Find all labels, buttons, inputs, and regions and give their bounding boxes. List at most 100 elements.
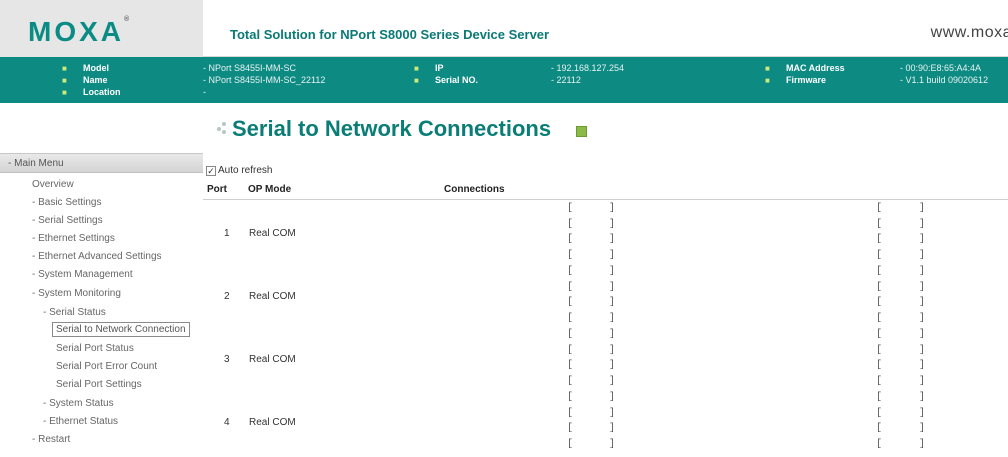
menu-item-serial-status[interactable]: - Serial Status (43, 307, 106, 318)
connection-bracket-open: [ (876, 281, 883, 293)
connection-bracket-open: [ (567, 407, 574, 419)
connection-bracket-open: [ (876, 329, 883, 340)
sidebar: - Main Menu Overview - Basic Settings - … (0, 153, 203, 457)
connection-bracket-close: ] (609, 249, 616, 261)
connection-bracket-open: [ (567, 203, 574, 214)
firmware-label: Firmware (786, 75, 827, 85)
menu-item-serial-settings[interactable]: - Serial Settings (32, 215, 103, 226)
menu-item-restart[interactable]: - Restart (32, 434, 70, 445)
connection-bracket-close: ] (609, 344, 616, 356)
serial-no-value: - 22112 (551, 75, 581, 85)
connection-bracket-open: [ (876, 423, 883, 434)
connection-bracket-close: ] (609, 297, 616, 308)
menu-item-system-management[interactable]: - System Management (32, 269, 133, 280)
connection-bracket-close: ] (919, 407, 926, 419)
connection-bracket-close: ] (919, 375, 926, 387)
bullet-icon: ■ (765, 64, 770, 73)
menu-item-overview[interactable]: Overview (32, 179, 74, 190)
connection-bracket-close: ] (919, 423, 926, 434)
connection-bracket-close: ] (609, 392, 616, 403)
mac-address-value: - 00:90:E8:65:A4:4A (900, 63, 982, 73)
ip-value: - 192.168.127.254 (551, 63, 625, 73)
connection-bracket-open: [ (876, 249, 883, 261)
connection-bracket-open: [ (567, 438, 574, 450)
connection-bracket-open: [ (567, 329, 574, 340)
menu-item-system-monitoring[interactable]: - System Monitoring (32, 288, 121, 299)
menu-item-basic-settings[interactable]: - Basic Settings (32, 197, 101, 208)
connection-bracket-close: ] (919, 218, 926, 230)
menu-item-ethernet-advanced-settings[interactable]: - Ethernet Advanced Settings (32, 251, 162, 262)
page-title: Serial to Network Connections (232, 116, 552, 141)
connection-bracket-close: ] (609, 234, 616, 245)
connection-bracket-close: ] (919, 281, 926, 293)
bullet-icon: ■ (765, 76, 770, 85)
model-value: - NPort S8455I-MM-SC (203, 63, 297, 73)
device-info-bar: ■ Model - NPort S8455I-MM-SC ■ Name - NP… (0, 57, 1008, 103)
auto-refresh-control[interactable]: ✓ Auto refresh (206, 165, 272, 176)
connection-bracket-open: [ (567, 297, 574, 308)
connection-bracket-open: [ (567, 218, 574, 230)
connection-bracket-open: [ (876, 438, 883, 450)
bullet-icon: ■ (414, 76, 419, 85)
connection-bracket-close: ] (919, 234, 926, 245)
connection-bracket-open: [ (876, 375, 883, 387)
bullet-icon: ■ (414, 64, 419, 73)
connection-bracket-close: ] (609, 312, 616, 324)
connection-bracket-close: ] (609, 218, 616, 230)
menu-item-ethernet-settings[interactable]: - Ethernet Settings (32, 233, 115, 244)
connection-bracket-close: ] (919, 344, 926, 356)
menu-item-serial-port-status[interactable]: Serial Port Status (56, 343, 134, 354)
header-url[interactable]: www.moxa (931, 24, 1008, 42)
main-menu-header[interactable]: - Main Menu (0, 153, 203, 173)
menu-item-serial-port-error-count[interactable]: Serial Port Error Count (56, 361, 157, 372)
title-badge-icon (576, 126, 587, 137)
connection-bracket-close: ] (609, 375, 616, 387)
connection-bracket-close: ] (919, 297, 926, 308)
connection-bracket-open: [ (876, 360, 883, 371)
connection-bracket-open: [ (876, 234, 883, 245)
column-header-connections: Connections (444, 184, 505, 195)
connection-bracket-open: [ (876, 312, 883, 324)
port-number: 2 (224, 291, 230, 302)
moxa-logo[interactable]: MOXA® (28, 16, 129, 48)
connection-bracket-close: ] (609, 329, 616, 340)
connection-bracket-open: [ (876, 266, 883, 277)
connection-bracket-open: [ (876, 203, 883, 214)
connection-bracket-close: ] (919, 438, 926, 450)
title-dots-icon (217, 122, 231, 136)
header: MOXA® Total Solution for NPort S8000 Ser… (0, 0, 1008, 57)
firmware-value: - V1.1 build 09020612 (900, 75, 989, 85)
connection-bracket-open: [ (876, 297, 883, 308)
connection-bracket-close: ] (609, 407, 616, 419)
menu-item-serial-to-network-connection[interactable]: Serial to Network Connection (52, 322, 190, 337)
connection-bracket-close: ] (919, 266, 926, 277)
connection-bracket-open: [ (567, 344, 574, 356)
location-label: Location (83, 87, 121, 97)
connection-bracket-open: [ (567, 249, 574, 261)
auto-refresh-label: Auto refresh (218, 165, 273, 176)
serial-no-label: Serial NO. (435, 75, 479, 85)
column-header-op-mode: OP Mode (248, 184, 292, 195)
connection-bracket-open: [ (876, 344, 883, 356)
bullet-icon: ■ (62, 88, 67, 97)
connection-bracket-close: ] (919, 329, 926, 340)
connection-bracket-open: [ (567, 375, 574, 387)
menu-item-system-status[interactable]: - System Status (43, 398, 114, 409)
op-mode-value: Real COM (249, 354, 296, 365)
mac-address-label: MAC Address (786, 63, 845, 73)
connection-bracket-open: [ (567, 312, 574, 324)
menu-item-serial-port-settings[interactable]: Serial Port Settings (56, 379, 142, 390)
connection-bracket-open: [ (567, 423, 574, 434)
auto-refresh-checkbox[interactable]: ✓ (206, 166, 216, 176)
connection-bracket-close: ] (609, 203, 616, 214)
connection-bracket-close: ] (609, 266, 616, 277)
connection-bracket-open: [ (567, 266, 574, 277)
name-value: - NPort S8455I-MM-SC_22112 (203, 75, 326, 85)
connection-bracket-open: [ (876, 392, 883, 403)
menu-item-ethernet-status[interactable]: - Ethernet Status (43, 416, 118, 427)
connection-bracket-open: [ (567, 234, 574, 245)
connection-bracket-close: ] (609, 281, 616, 293)
connection-bracket-close: ] (609, 360, 616, 371)
connection-bracket-open: [ (567, 281, 574, 293)
port-number: 1 (224, 228, 230, 239)
